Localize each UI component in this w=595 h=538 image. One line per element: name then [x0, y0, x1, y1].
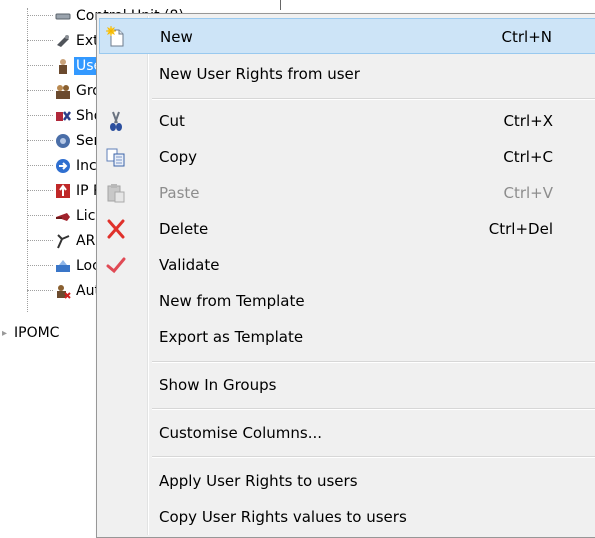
extension-icon — [55, 33, 71, 49]
menu-item-shortcut: Ctrl+N — [501, 28, 552, 46]
menu-item-shortcut: Ctrl+C — [503, 148, 553, 166]
tree-root-ipomc[interactable]: ▸ IPOMC — [2, 324, 61, 342]
menu-separator — [152, 408, 595, 410]
incoming-call-route-icon — [55, 158, 71, 174]
menu-item-customise-columns[interactable]: Customise Columns... — [99, 415, 595, 451]
menu-item-label: Cut — [159, 112, 185, 130]
menu-item-label: Copy User Rights values to users — [159, 508, 407, 526]
checkmark-icon — [105, 254, 127, 276]
authorization-icon — [55, 283, 71, 299]
menu-item-label: Export as Template — [159, 328, 304, 346]
short-code-icon — [55, 108, 71, 124]
menu-item-label: Copy — [159, 148, 198, 166]
menu-item-new[interactable]: New Ctrl+N — [99, 18, 595, 54]
menu-item-cut[interactable]: Cut Ctrl+X — [99, 103, 595, 139]
tree-item-short-code[interactable]: Shor — [0, 105, 110, 127]
menu-item-shortcut: Ctrl+X — [503, 112, 553, 130]
menu-item-label: New — [160, 28, 193, 46]
menu-item-paste[interactable]: Paste Ctrl+V — [99, 175, 595, 211]
menu-separator — [152, 98, 595, 100]
context-menu: New Ctrl+N New User Rights from user Cut… — [96, 13, 595, 538]
ip-route-icon — [55, 183, 71, 199]
tree-item-group[interactable]: Grou — [0, 80, 112, 102]
menu-item-label: Delete — [159, 220, 209, 238]
menu-item-validate[interactable]: Validate — [99, 247, 595, 283]
copy-icon — [105, 146, 127, 168]
menu-item-copy-user-rights-values[interactable]: Copy User Rights values to users — [99, 499, 595, 535]
tree-item-ars[interactable]: ARS — [0, 230, 106, 252]
service-icon — [55, 133, 71, 149]
menu-item-shortcut: Ctrl+Del — [488, 220, 553, 238]
group-icon — [55, 83, 71, 99]
expand-icon[interactable]: ▸ — [2, 328, 8, 339]
tree-root-label: IPOMC — [14, 325, 60, 341]
pane-edge — [280, 0, 295, 10]
menu-item-new-user-rights-from-user[interactable]: New User Rights from user — [99, 56, 595, 92]
menu-separator — [152, 361, 595, 363]
control-unit-icon — [55, 8, 71, 24]
menu-item-delete[interactable]: Delete Ctrl+Del — [99, 211, 595, 247]
location-icon — [55, 258, 71, 274]
user-icon — [55, 58, 71, 74]
menu-item-label: Validate — [159, 256, 220, 274]
menu-item-label: Apply User Rights to users — [159, 472, 358, 490]
paste-icon — [105, 182, 127, 204]
ars-icon — [55, 233, 71, 249]
menu-item-shortcut: Ctrl+V — [503, 184, 553, 202]
menu-item-label: Customise Columns... — [159, 424, 323, 442]
menu-item-label: Paste — [159, 184, 200, 202]
menu-item-apply-user-rights[interactable]: Apply User Rights to users — [99, 463, 595, 499]
menu-item-export-as-template[interactable]: Export as Template — [99, 319, 595, 355]
menu-item-new-from-template[interactable]: New from Template — [99, 283, 595, 319]
tree-item-user[interactable]: User — [0, 55, 110, 77]
scissors-icon — [105, 110, 127, 132]
tree-item-authorization[interactable]: Auth — [0, 280, 111, 302]
menu-item-copy[interactable]: Copy Ctrl+C — [99, 139, 595, 175]
tree-item-license[interactable]: Licer — [0, 205, 112, 227]
menu-item-label: Show In Groups — [159, 376, 277, 394]
menu-separator — [152, 456, 595, 458]
license-icon — [55, 208, 71, 224]
menu-item-label: New from Template — [159, 292, 305, 310]
new-document-icon — [106, 26, 128, 48]
menu-item-label: New User Rights from user — [159, 65, 360, 83]
menu-item-show-in-groups[interactable]: Show In Groups — [99, 367, 595, 403]
tree-item-location[interactable]: Loca — [0, 255, 110, 277]
delete-x-icon — [105, 218, 127, 240]
